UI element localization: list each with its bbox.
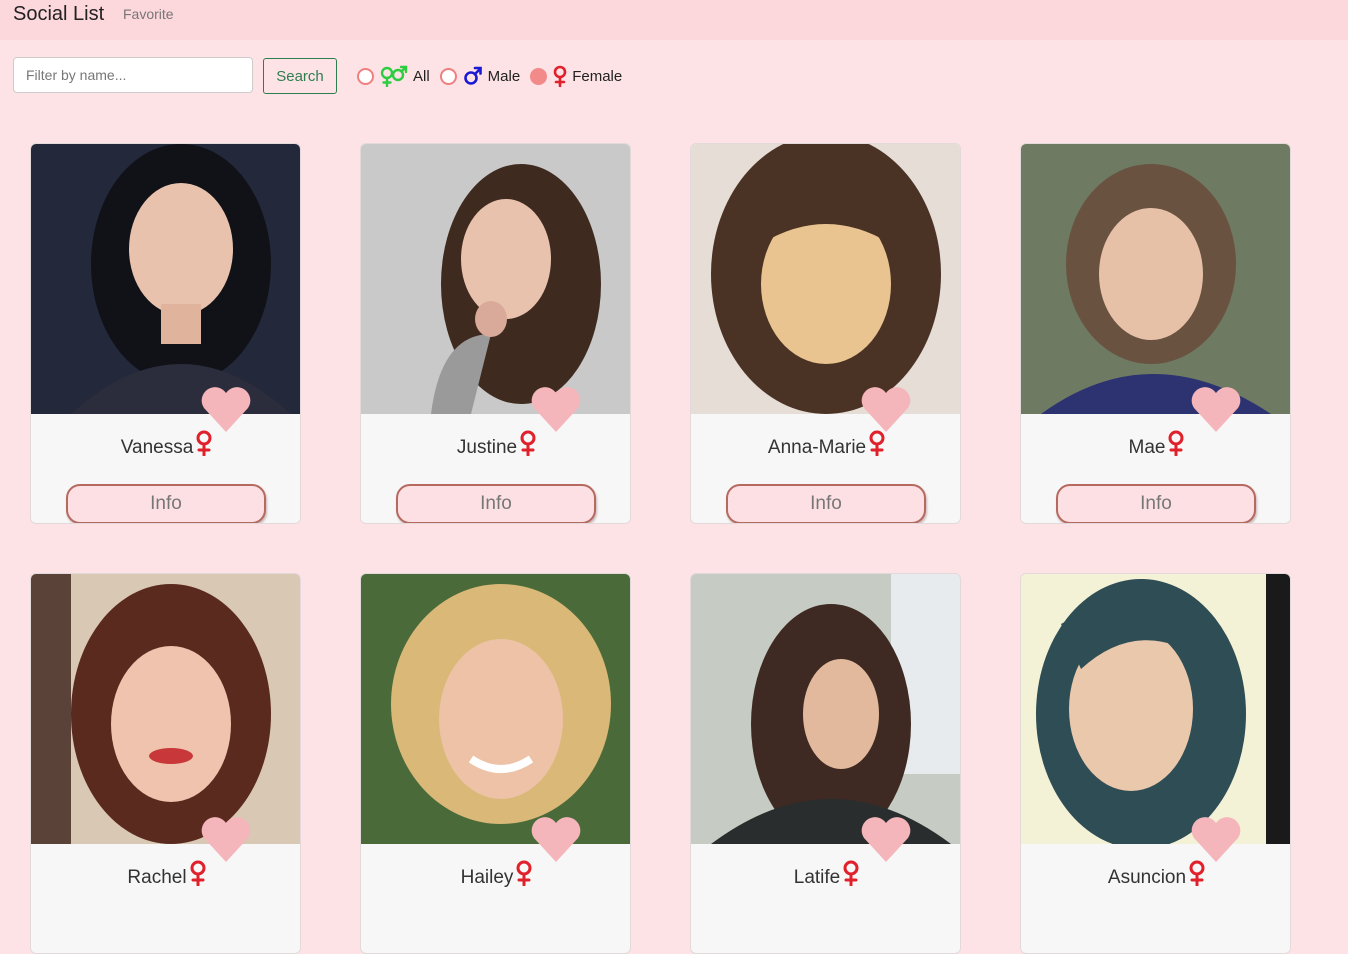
radio-all-label: All bbox=[413, 67, 430, 85]
profile-photo bbox=[691, 574, 960, 844]
profile-photo bbox=[1021, 574, 1290, 844]
profile-card: Latife bbox=[690, 573, 961, 954]
favorite-heart-icon[interactable] bbox=[529, 814, 583, 864]
radio-male[interactable] bbox=[439, 67, 457, 85]
profile-card: Vanessa Info bbox=[30, 143, 301, 524]
profile-name: Vanessa bbox=[120, 437, 194, 458]
profile-name: Hailey bbox=[460, 867, 514, 888]
profile-card: Asuncion bbox=[1020, 573, 1291, 954]
filter-toolbar: Search All bbox=[13, 57, 713, 95]
favorite-heart-icon[interactable] bbox=[1189, 814, 1243, 864]
favorite-heart-icon[interactable] bbox=[859, 814, 913, 864]
female-icon bbox=[553, 65, 567, 88]
profile-photo bbox=[1021, 144, 1290, 414]
female-icon bbox=[196, 430, 212, 457]
gender-option-female[interactable]: Female bbox=[530, 65, 623, 88]
profile-card: Mae Info bbox=[1020, 143, 1291, 524]
female-icon bbox=[1168, 430, 1184, 457]
info-button[interactable]: Info bbox=[726, 484, 926, 523]
profile-name: Asuncion bbox=[1107, 867, 1187, 888]
profile-card: Hailey bbox=[360, 573, 631, 954]
profile-photo bbox=[31, 574, 300, 844]
profile-card: Rachel bbox=[30, 573, 301, 954]
radio-female-label: Female bbox=[572, 67, 623, 85]
female-icon bbox=[1189, 860, 1205, 887]
name-filter-input[interactable] bbox=[13, 57, 253, 93]
profile-name-row: Hailey bbox=[361, 860, 630, 889]
info-button[interactable]: Info bbox=[1056, 484, 1256, 523]
profile-name-row: Mae bbox=[1021, 430, 1290, 459]
profile-photo bbox=[361, 574, 630, 844]
female-icon bbox=[520, 430, 536, 457]
profile-name: Mae bbox=[1128, 437, 1166, 458]
female-icon bbox=[843, 860, 859, 887]
navbar: Social List Favorite bbox=[0, 0, 1348, 40]
female-icon bbox=[516, 860, 532, 887]
info-button[interactable]: Info bbox=[66, 484, 266, 523]
profile-name: Rachel bbox=[127, 867, 187, 888]
profile-name-row: Asuncion bbox=[1021, 860, 1290, 889]
profile-name: Justine bbox=[456, 437, 518, 458]
profile-name-row: Justine bbox=[361, 430, 630, 459]
favorite-link[interactable]: Favorite bbox=[123, 6, 174, 22]
radio-female[interactable] bbox=[530, 67, 548, 85]
profile-name-row: Anna-Marie bbox=[691, 430, 960, 459]
profile-name-row: Vanessa bbox=[31, 430, 300, 459]
favorite-heart-icon[interactable] bbox=[199, 384, 253, 434]
female-icon bbox=[190, 860, 206, 887]
profile-name-row: Latife bbox=[691, 860, 960, 889]
profile-name: Latife bbox=[793, 867, 841, 888]
profile-card: Justine Info bbox=[360, 143, 631, 524]
gender-option-all[interactable]: All bbox=[357, 65, 430, 88]
profile-grid: Vanessa Info Justine Info Anna-Marie Inf… bbox=[30, 143, 1300, 954]
profile-name: Anna-Marie bbox=[767, 437, 867, 458]
brand-link[interactable]: Social List bbox=[13, 3, 104, 26]
info-button[interactable]: Info bbox=[396, 484, 596, 523]
profile-photo bbox=[31, 144, 300, 414]
gender-radio-group: All Male Female bbox=[357, 65, 628, 88]
favorite-heart-icon[interactable] bbox=[199, 814, 253, 864]
favorite-heart-icon[interactable] bbox=[529, 384, 583, 434]
search-button[interactable]: Search bbox=[263, 58, 337, 94]
radio-all[interactable] bbox=[357, 67, 374, 85]
profile-photo bbox=[361, 144, 630, 414]
profile-photo bbox=[691, 144, 960, 414]
radio-male-label: Male bbox=[487, 67, 521, 85]
female-icon bbox=[869, 430, 885, 457]
male-icon bbox=[463, 65, 483, 87]
profile-card: Anna-Marie Info bbox=[690, 143, 961, 524]
gender-all-icon bbox=[380, 65, 408, 88]
favorite-heart-icon[interactable] bbox=[859, 384, 913, 434]
gender-option-male[interactable]: Male bbox=[439, 65, 521, 87]
favorite-heart-icon[interactable] bbox=[1189, 384, 1243, 434]
profile-name-row: Rachel bbox=[31, 860, 300, 889]
